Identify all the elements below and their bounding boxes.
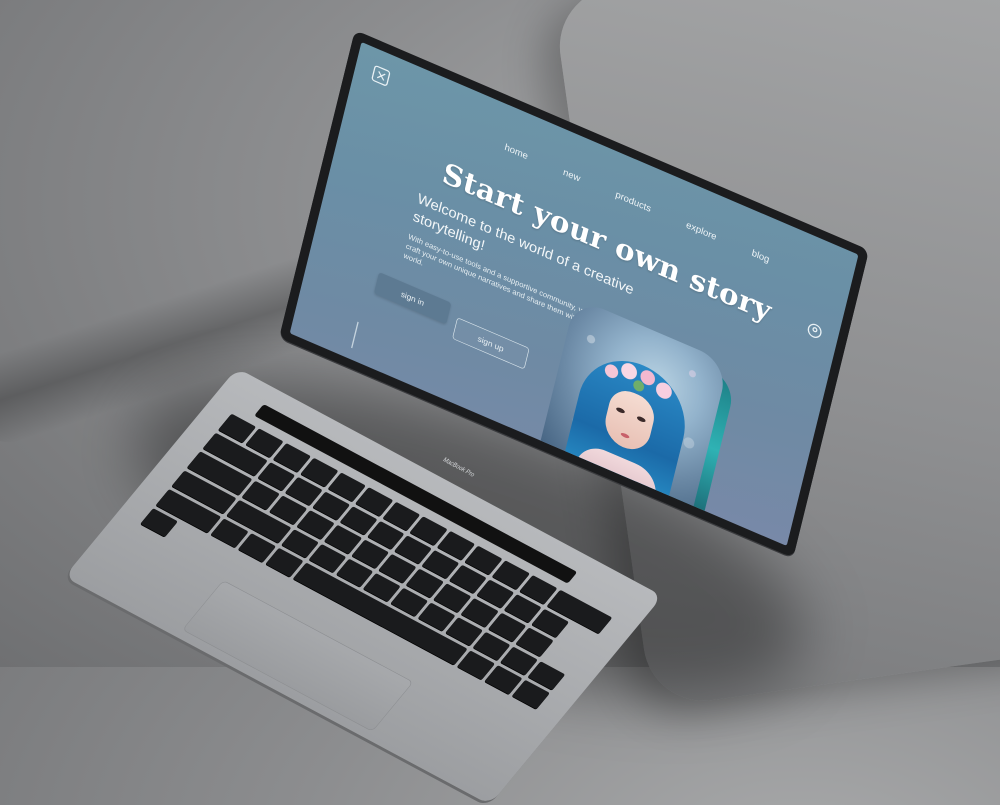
logo-icon[interactable]: [371, 64, 391, 87]
nav-blog[interactable]: blog: [751, 248, 771, 265]
nav-explore[interactable]: explore: [685, 220, 718, 243]
nav-products[interactable]: products: [614, 189, 652, 214]
user-icon[interactable]: [806, 321, 823, 341]
nav-home[interactable]: home: [504, 142, 529, 162]
scroll-indicator: [351, 321, 359, 349]
sign-in-button[interactable]: sign in: [373, 272, 452, 325]
sign-up-button[interactable]: sign up: [452, 317, 530, 370]
nav-new[interactable]: new: [562, 167, 581, 184]
